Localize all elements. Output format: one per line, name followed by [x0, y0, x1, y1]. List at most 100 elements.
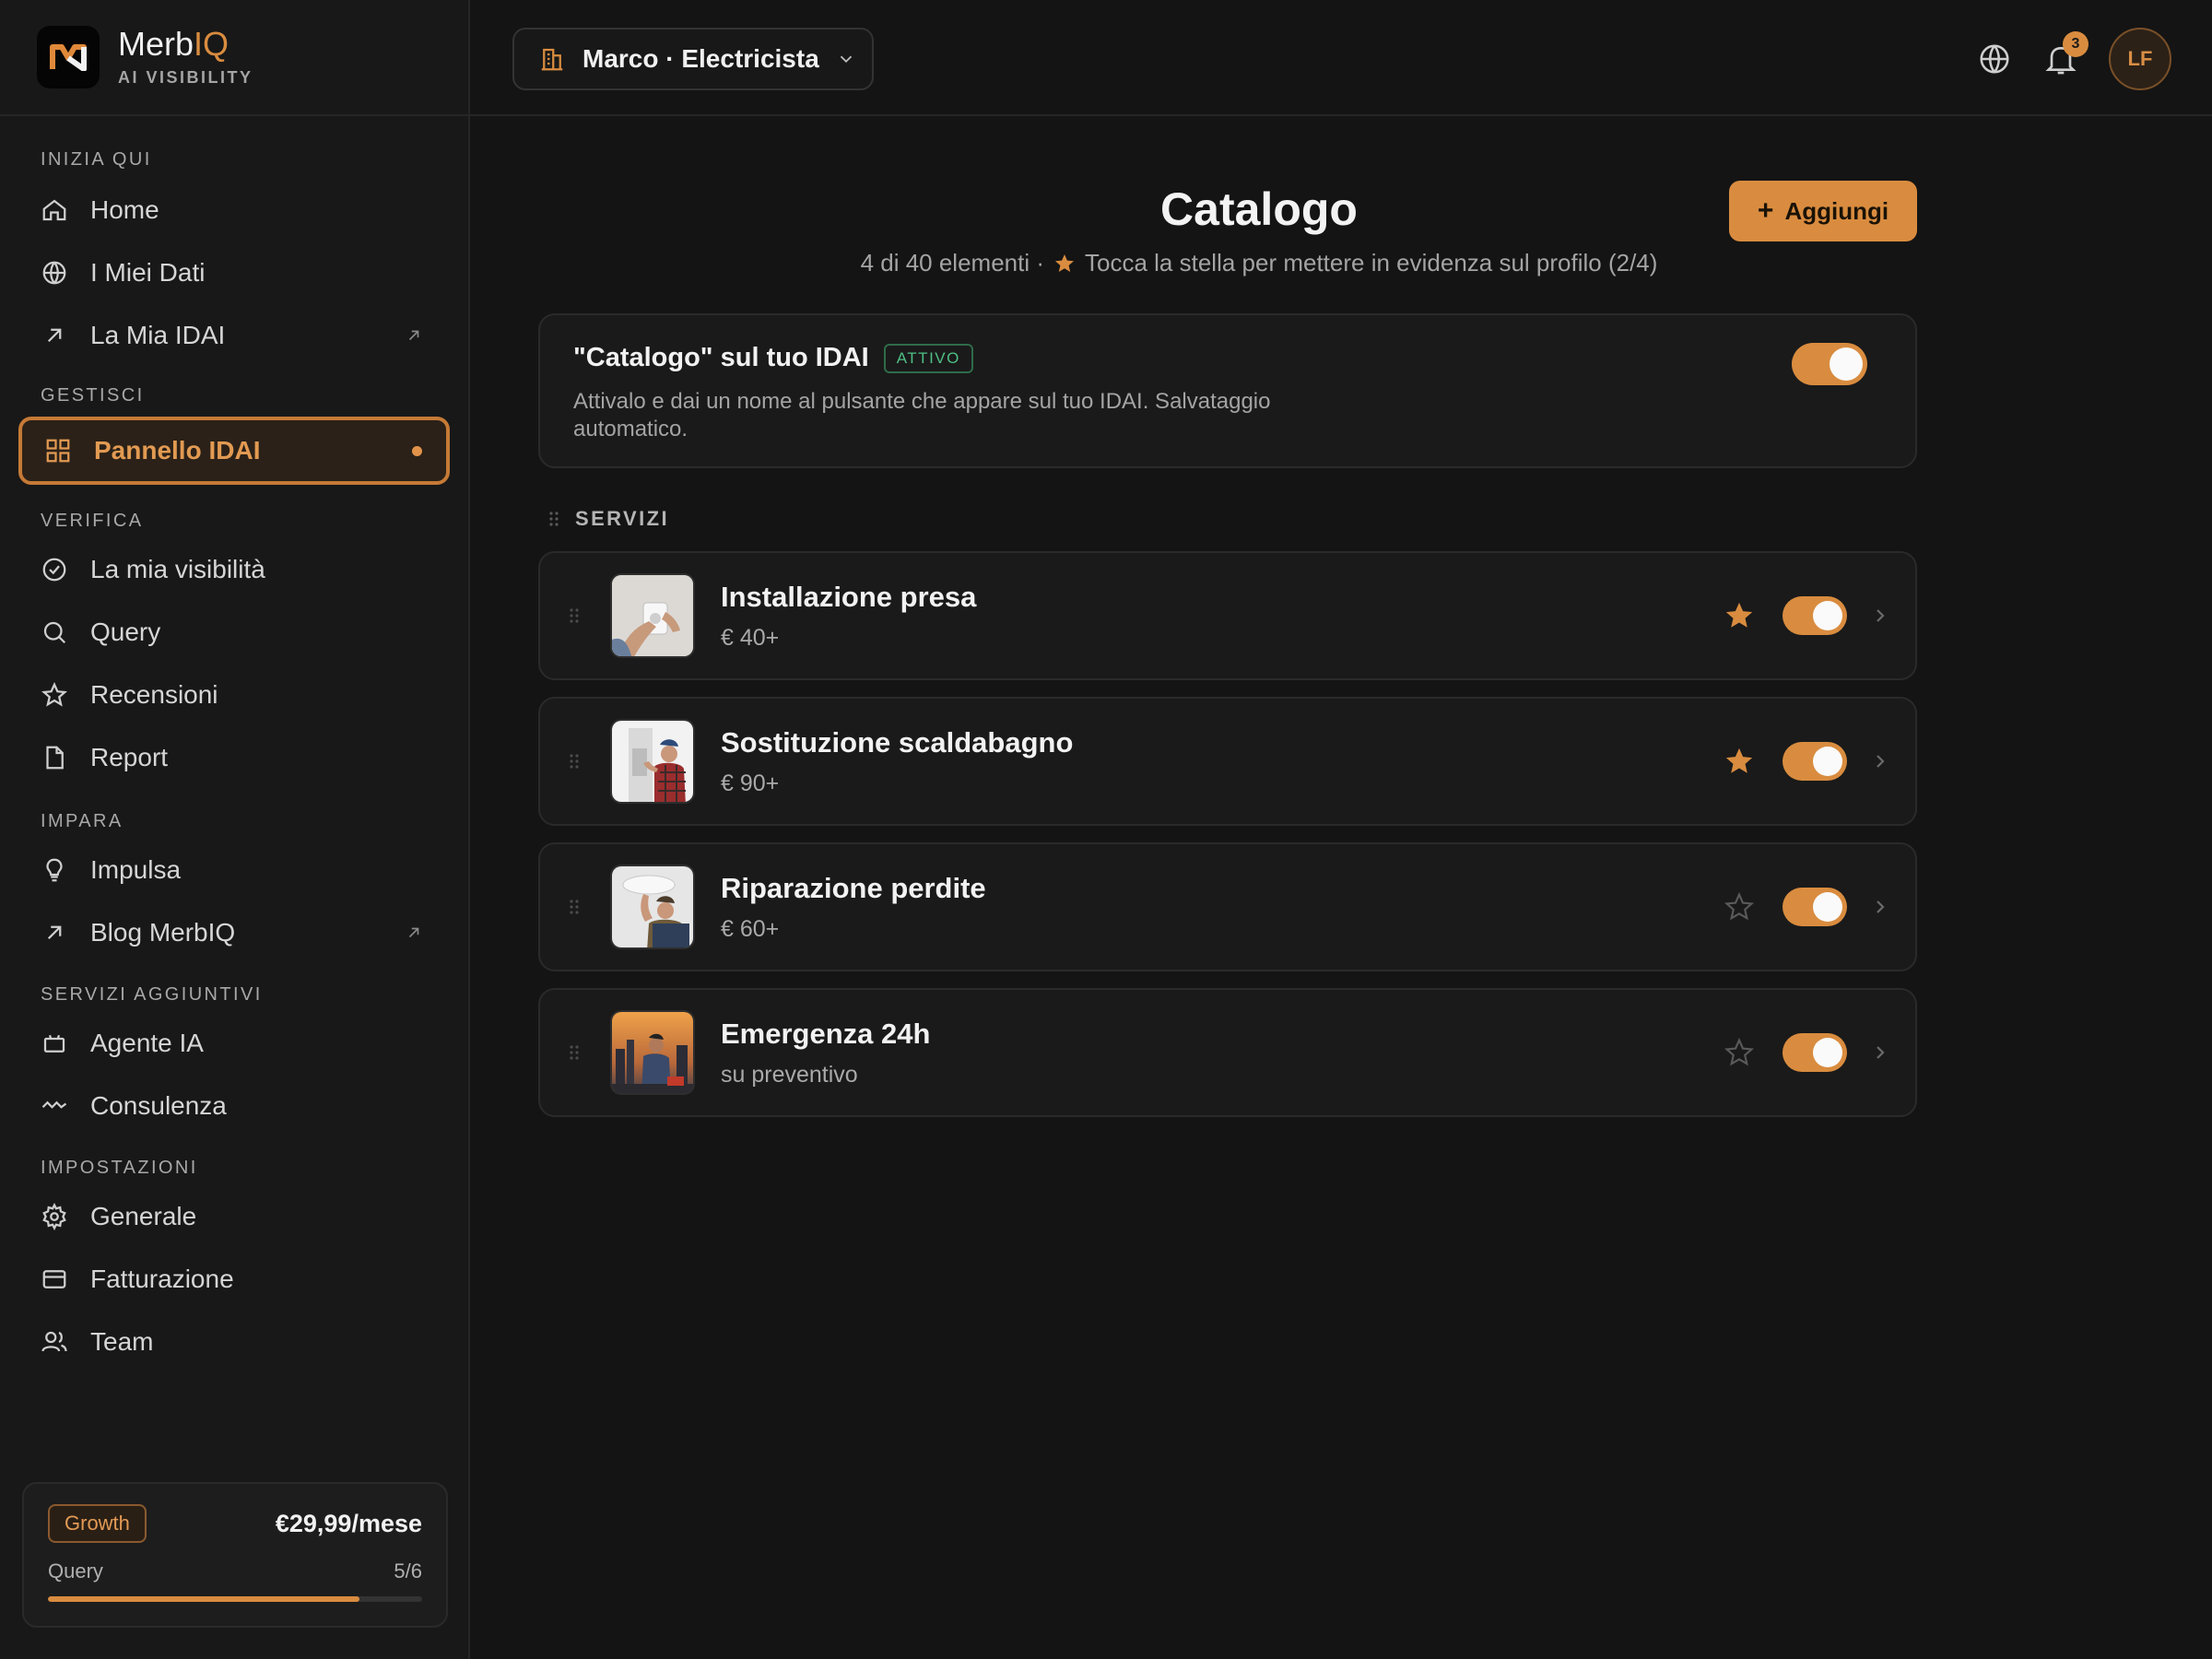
language-button[interactable]: [1972, 37, 2017, 81]
catalog-enable-toggle[interactable]: [1792, 343, 1867, 385]
service-row[interactable]: Sostituzione scaldabagno € 90+: [538, 697, 1917, 826]
brand[interactable]: MerbIQ AI VISIBILITY: [0, 0, 468, 116]
topbar: Marco · Electricista 3 LF: [470, 0, 2212, 116]
service-toggle[interactable]: [1783, 888, 1847, 926]
section-label-impostazioni: IMPOSTAZIONI: [41, 1158, 198, 1178]
sidebar-item-fatturazione[interactable]: Fatturazione: [0, 1248, 468, 1311]
service-toggle[interactable]: [1783, 742, 1847, 781]
document-icon: [46, 746, 64, 770]
business-selector[interactable]: Marco · Electricista: [512, 28, 874, 90]
service-row[interactable]: Riparazione perdite € 60+: [538, 842, 1917, 971]
drag-handle-icon[interactable]: [568, 606, 581, 625]
sidebar-item-label: Team: [90, 1327, 154, 1356]
sidebar-item-label: Home: [90, 195, 159, 224]
brand-name: MerbIQ: [118, 24, 229, 63]
sidebar-item-label: Recensioni: [90, 680, 218, 709]
service-price: su preventivo: [721, 1061, 858, 1088]
sidebar-item-consulenza[interactable]: Consulenza: [0, 1075, 468, 1137]
drag-handle-icon[interactable]: [547, 511, 560, 527]
chevron-right-icon[interactable]: [1873, 1043, 1888, 1062]
arrow-up-right-icon: [47, 328, 62, 343]
status-badge: ATTIVO: [883, 343, 973, 373]
drag-handle-icon[interactable]: [568, 898, 581, 916]
services-label: SERVIZI: [575, 507, 669, 530]
sidebar-item-blog-merbiq[interactable]: Blog MerbIQ: [0, 901, 468, 964]
page-subtitle: 4 di 40 elementi · Tocca la stella per m…: [470, 249, 2048, 277]
feature-description: Attivalo e dai un nome al pulsante che a…: [573, 389, 1271, 441]
activity-icon: [41, 1100, 67, 1109]
drag-handle-icon[interactable]: [568, 1043, 581, 1062]
sidebar-nav: INIZIA QUI Home I Miei Dati La Mia IDAI …: [0, 116, 468, 1373]
services-section-header: SERVIZI: [547, 507, 669, 531]
sidebar-item-team[interactable]: Team: [0, 1311, 468, 1373]
sidebar-item-query[interactable]: Query: [0, 601, 468, 664]
sidebar-item-la-mia-visibilita[interactable]: La mia visibilità: [0, 538, 468, 601]
sidebar-item-pannello-idai[interactable]: Pannello IDAI: [18, 417, 450, 485]
chevron-right-icon[interactable]: [1873, 752, 1888, 771]
chevron-right-icon[interactable]: [1873, 606, 1888, 625]
external-link-icon: [408, 927, 419, 938]
sidebar-item-label: La mia visibilità: [90, 555, 265, 583]
notification-count-badge: 3: [2063, 31, 2088, 57]
star-icon[interactable]: [1724, 600, 1755, 631]
sidebar: MerbIQ AI VISIBILITY INIZIA QUI Home I M…: [0, 0, 470, 1659]
sidebar-item-label: Agente IA: [90, 1029, 204, 1057]
add-button[interactable]: + Aggiungi: [1729, 181, 1917, 241]
sidebar-item-impulsa[interactable]: Impulsa: [0, 839, 468, 901]
sidebar-item-i-miei-dati[interactable]: I Miei Dati: [0, 241, 468, 304]
plan-usage-bar-fill: [48, 1596, 360, 1602]
notifications-button[interactable]: 3: [2039, 31, 2088, 81]
star-outline-icon[interactable]: [1724, 1037, 1755, 1068]
toggle-knob: [1813, 601, 1842, 630]
sidebar-item-agente-ia[interactable]: Agente IA: [0, 1012, 468, 1075]
sidebar-item-label: Impulsa: [90, 855, 182, 884]
star-icon: [1055, 253, 1075, 272]
service-name: Sostituzione scaldabagno: [721, 725, 1074, 759]
sidebar-item-label: Pannello IDAI: [94, 436, 261, 465]
service-thumbnail: [610, 865, 695, 949]
service-row[interactable]: Emergenza 24h su preventivo: [538, 988, 1917, 1117]
service-toggle[interactable]: [1783, 1033, 1847, 1072]
globe-icon: [42, 261, 66, 285]
robot-icon: [43, 1034, 65, 1053]
sidebar-item-label: I Miei Dati: [90, 258, 206, 287]
plan-card[interactable]: Growth €29,99/mese Query 5/6: [22, 1482, 448, 1628]
sidebar-item-label: Query: [90, 618, 161, 646]
catalog-feature-card: "Catalogo" sul tuo IDAI ATTIVO Attivalo …: [538, 313, 1917, 468]
sidebar-item-home[interactable]: Home: [0, 179, 468, 241]
toggle-knob: [1813, 1038, 1842, 1067]
users-icon: [41, 1331, 67, 1352]
drag-handle-icon[interactable]: [568, 752, 581, 771]
add-button-label: Aggiungi: [1784, 196, 1889, 225]
search-icon: [43, 621, 66, 644]
toggle-knob: [1813, 892, 1842, 922]
sidebar-item-label: Generale: [90, 1202, 197, 1230]
merbiq-logo: [37, 26, 100, 88]
service-thumbnail: [610, 1010, 695, 1095]
business-name: Marco · Electricista: [582, 44, 819, 73]
sidebar-item-recensioni[interactable]: Recensioni: [0, 664, 468, 726]
sidebar-item-label: Fatturazione: [90, 1265, 234, 1293]
service-toggle[interactable]: [1783, 596, 1847, 635]
service-name: Emergenza 24h: [721, 1017, 931, 1050]
sidebar-item-la-mia-idai[interactable]: La Mia IDAI: [0, 304, 468, 367]
section-label-impara: IMPARA: [41, 811, 124, 831]
item-count: 4 di 40 elementi ·: [860, 249, 1045, 276]
plan-usage-count: 5/6: [394, 1559, 422, 1583]
avatar[interactable]: LF: [2109, 28, 2171, 90]
sidebar-item-report[interactable]: Report: [0, 726, 468, 789]
section-label-gestisci: GESTISCI: [41, 385, 145, 406]
plan-price: €29,99/mese: [275, 1509, 422, 1537]
credit-card-icon: [42, 1270, 66, 1288]
chevron-right-icon[interactable]: [1873, 898, 1888, 916]
star-icon[interactable]: [1724, 746, 1755, 777]
main-content: Catalogo 4 di 40 elementi · Tocca la ste…: [470, 116, 2212, 1659]
star-outline-icon[interactable]: [1724, 891, 1755, 923]
active-dot: [412, 445, 422, 456]
service-price: € 90+: [721, 770, 780, 796]
feature-title: "Catalogo" sul tuo IDAI: [573, 343, 869, 372]
service-name: Riparazione perdite: [721, 871, 986, 904]
service-row[interactable]: Installazione presa € 40+: [538, 551, 1917, 680]
sidebar-item-generale[interactable]: Generale: [0, 1185, 468, 1248]
sidebar-item-label: Blog MerbIQ: [90, 918, 236, 947]
